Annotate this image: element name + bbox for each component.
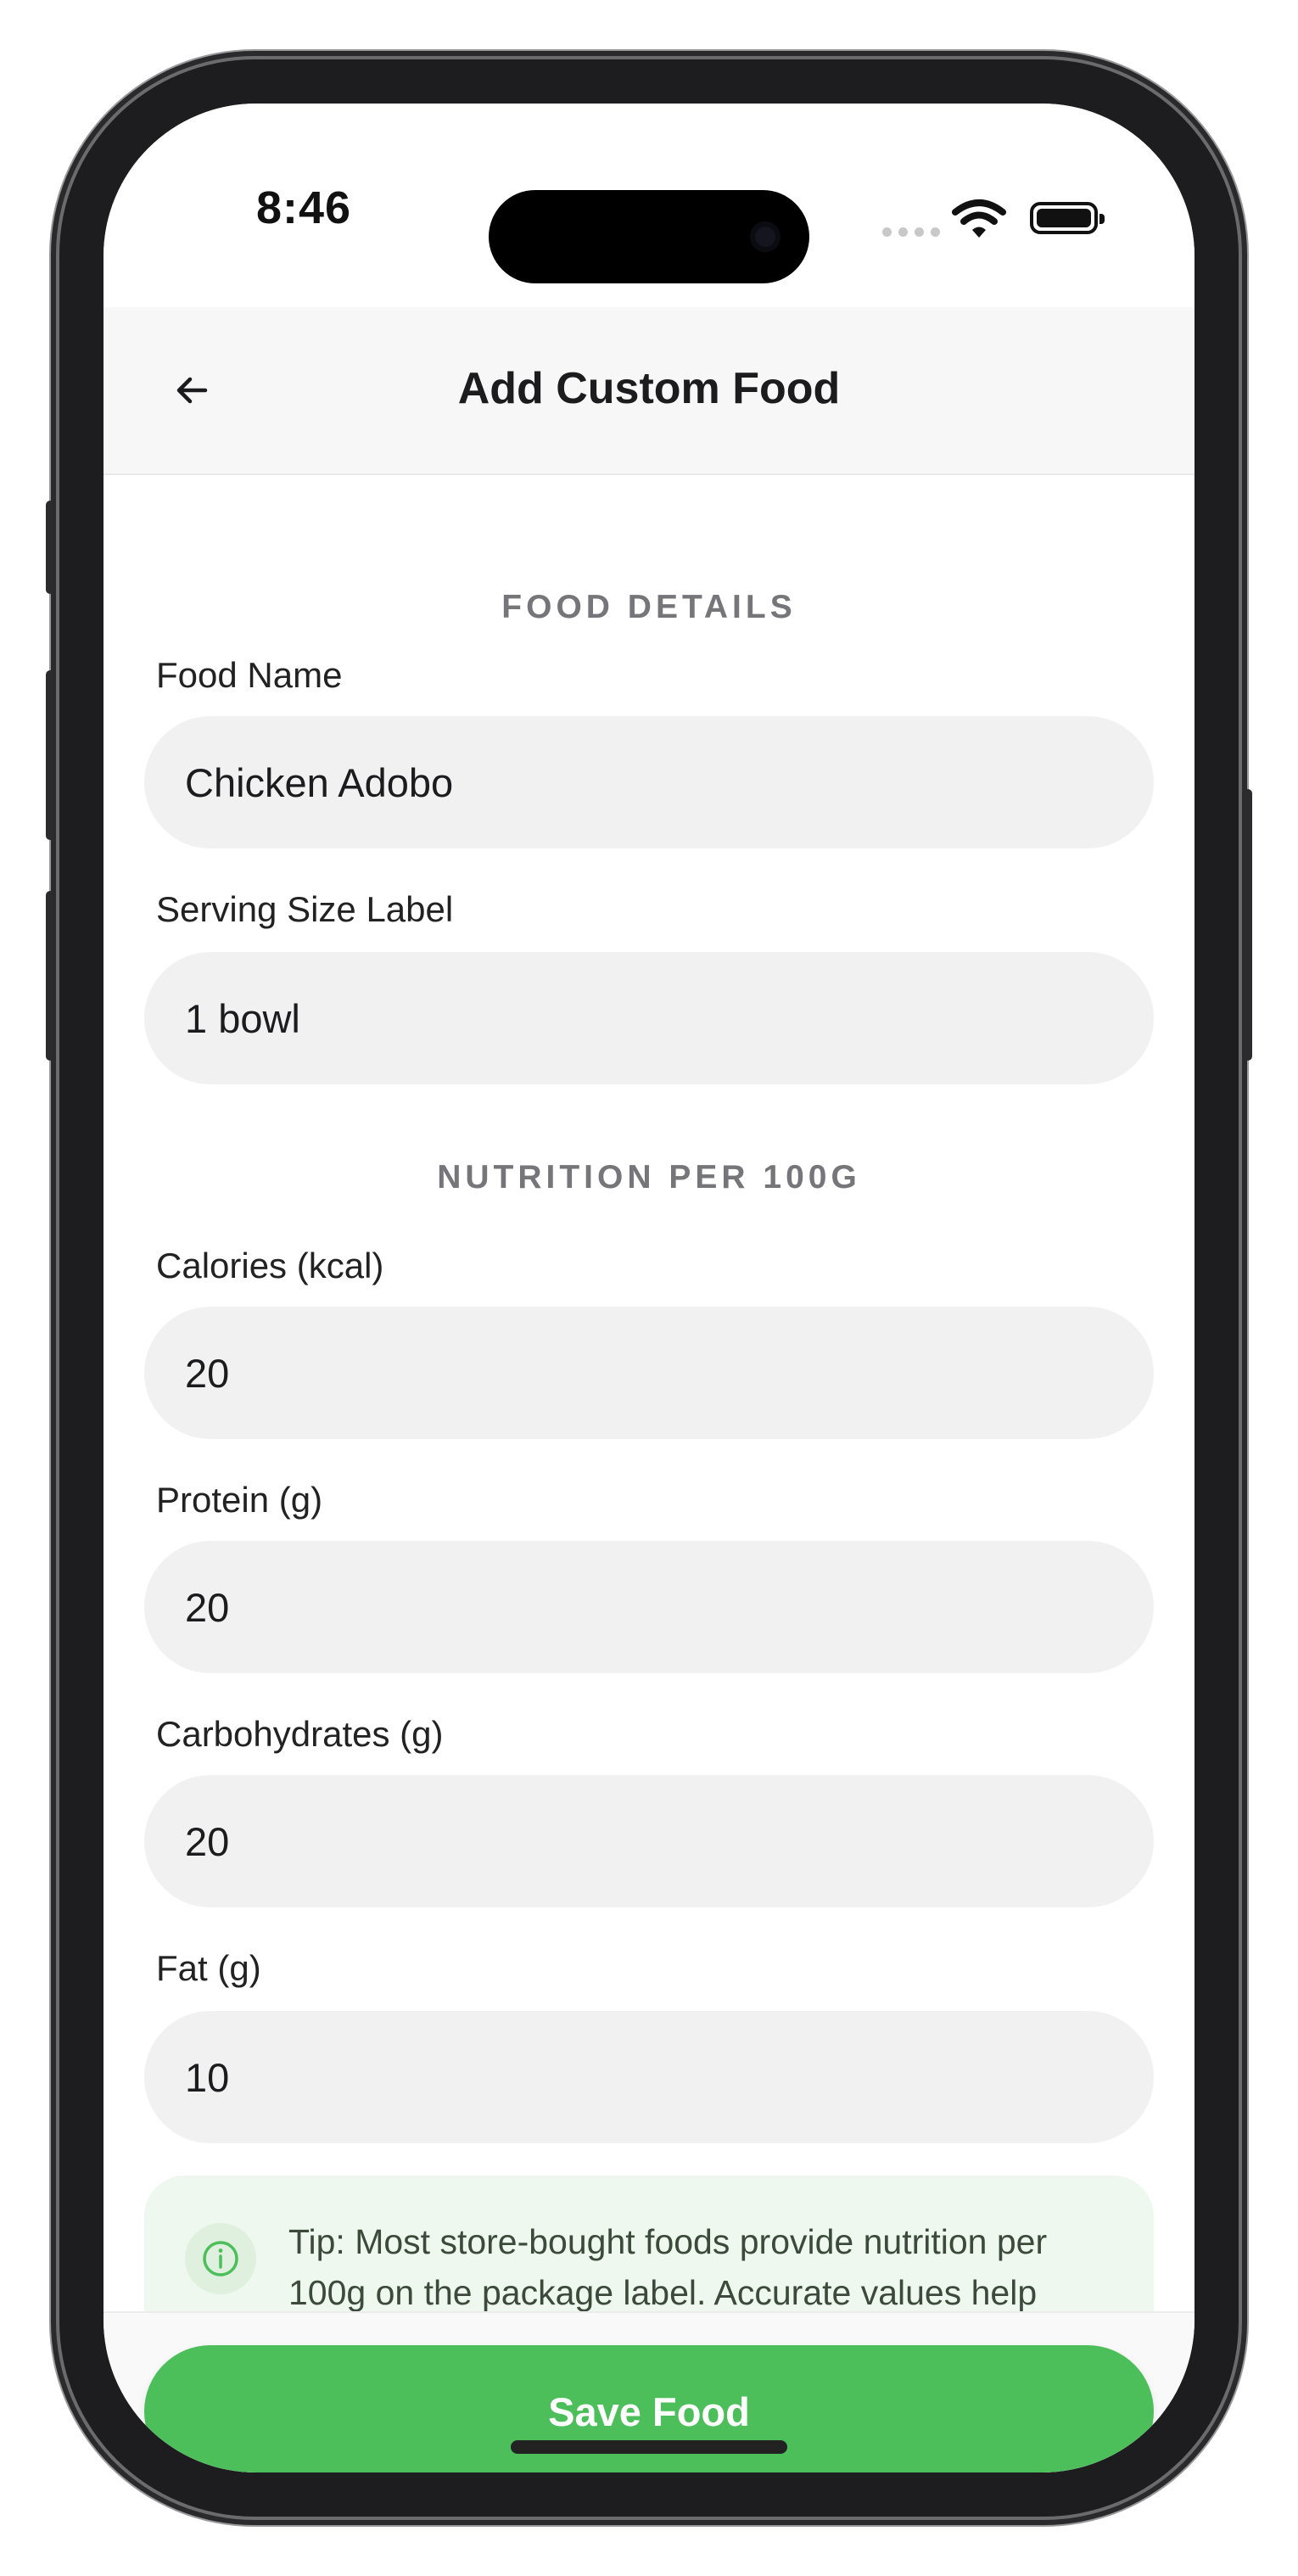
serving-size-label: Serving Size Label	[156, 889, 454, 929]
fat-field[interactable]: 10	[144, 2011, 1154, 2143]
fat-label: Fat (g)	[156, 1948, 261, 1988]
food-name-label: Food Name	[156, 655, 343, 695]
dynamic-island	[489, 190, 809, 283]
cellular-signal-icon	[882, 227, 940, 237]
carbohydrates-field[interactable]: 20	[144, 1775, 1154, 1907]
calories-label: Calories (kcal)	[156, 1246, 384, 1285]
home-indicator[interactable]	[511, 2440, 787, 2454]
volume-up-button	[46, 670, 54, 840]
camera-icon	[750, 221, 780, 252]
protein-field[interactable]: 20	[144, 1541, 1154, 1673]
tip-text: Tip: Most store-bought foods provide nut…	[288, 2222, 1048, 2311]
calories-field[interactable]: 20	[144, 1307, 1154, 1439]
section-title-nutrition: NUTRITION PER 100G	[437, 1159, 861, 1196]
power-button	[1244, 789, 1252, 1061]
volume-down-button	[46, 891, 54, 1061]
tip-card: Tip: Most store-bought foods provide nut…	[144, 2176, 1154, 2311]
wifi-icon	[952, 199, 1006, 238]
battery-icon	[1030, 202, 1105, 234]
section-title-food-details: FOOD DETAILS	[501, 589, 797, 625]
info-icon	[185, 2223, 256, 2294]
serving-size-field[interactable]: 1 bowl	[144, 952, 1154, 1084]
protein-label: Protein (g)	[156, 1480, 323, 1520]
form-content[interactable]: FOOD DETAILS Food Name Chicken Adobo Ser…	[104, 475, 1194, 2311]
phone-frame: 8:46 Add Custom Food FOOD DETAILS Food N…	[46, 59, 1252, 2517]
silent-switch	[46, 501, 54, 594]
app-header: Add Custom Food	[104, 307, 1194, 475]
food-name-field[interactable]: Chicken Adobo	[144, 716, 1154, 848]
page-title: Add Custom Food	[457, 364, 841, 413]
screen: 8:46 Add Custom Food FOOD DETAILS Food N…	[104, 104, 1194, 2472]
status-bar: 8:46	[104, 104, 1194, 307]
carbohydrates-label: Carbohydrates (g)	[156, 1714, 444, 1754]
status-time: 8:46	[256, 182, 352, 233]
